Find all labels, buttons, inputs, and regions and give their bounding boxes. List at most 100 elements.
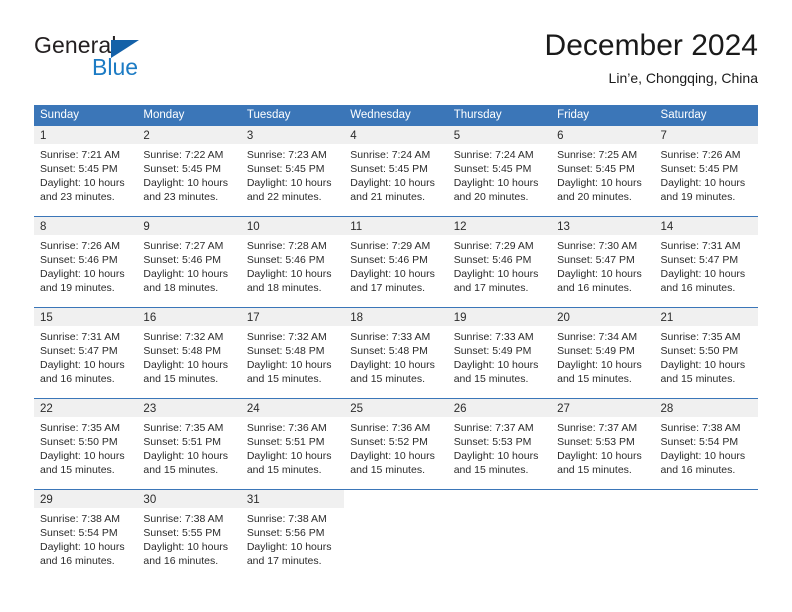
day-number: 6 <box>557 130 564 142</box>
calendar-week-row: 8 Sunrise: 7:26 AM Sunset: 5:46 PM Daylight… <box>34 216 758 300</box>
day-number: 1 <box>40 130 47 142</box>
day-cell[interactable]: 19 Sunrise: 7:33 AM Sunset: 5:49 PM Dayligh… <box>447 308 552 391</box>
day-detail-line: and 15 minutes. <box>557 464 632 476</box>
day-number-band: 10 <box>240 217 345 235</box>
day-detail-line: and 22 minutes. <box>246 191 322 203</box>
day-cell[interactable]: 17 Sunrise: 7:32 AM Sunset: 5:48 PM Dayligh… <box>240 308 345 391</box>
day-cell[interactable]: 24 Sunrise: 7:36 AM Sunset: 5:51 PM Dayligh… <box>240 399 345 482</box>
day-detail-line: Daylight: 10 hours <box>350 359 435 371</box>
day-number-band: 23 <box>137 399 241 417</box>
day-detail-line: Sunrise: 7:37 AM <box>453 422 534 434</box>
day-detail-line: Sunrise: 7:38 AM <box>143 513 224 525</box>
page-subtitle: Lin’e, Chongqing, China <box>608 70 758 86</box>
day-cell[interactable]: 28 Sunrise: 7:38 AM Sunset: 5:54 PM Dayligh… <box>654 399 758 482</box>
day-number: 16 <box>143 312 157 324</box>
day-detail-line: Sunrise: 7:27 AM <box>143 240 224 252</box>
day-cell[interactable]: 29 Sunrise: 7:38 AM Sunset: 5:54 PM Dayligh… <box>34 490 138 573</box>
day-detail-line: Daylight: 10 hours <box>557 268 642 280</box>
day-number-band: 4 <box>344 126 448 144</box>
weekday-header-row: Sunday Monday Tuesday Wednesday Thursday Frid… <box>34 105 758 126</box>
brand-logo[interactable]: General Blue <box>34 32 254 92</box>
day-detail-line: Daylight: 10 hours <box>557 450 642 462</box>
day-details: Sunrise: 7:23 AM Sunset: 5:45 PM Daylight:… <box>241 144 344 204</box>
day-detail-line: and 17 minutes. <box>350 282 425 294</box>
day-cell[interactable]: 25 Sunrise: 7:36 AM Sunset: 5:52 PM Dayligh… <box>344 399 448 482</box>
day-cell[interactable]: 23 Sunrise: 7:35 AM Sunset: 5:51 PM Dayligh… <box>137 399 241 482</box>
day-detail-line: Sunset: 5:49 PM <box>557 345 635 357</box>
day-cell[interactable]: 10 Sunrise: 7:28 AM Sunset: 5:46 PM Dayligh… <box>240 217 345 300</box>
day-detail-line: Sunset: 5:45 PM <box>660 163 739 175</box>
day-detail-line: Daylight: 10 hours <box>40 450 125 462</box>
day-detail-line: Daylight: 10 hours <box>350 450 435 462</box>
day-cell-empty <box>448 490 551 573</box>
day-details: Sunrise: 7:35 AM Sunset: 5:50 PM Daylight:… <box>34 417 137 477</box>
day-detail-line: Sunset: 5:45 PM <box>40 163 118 175</box>
day-detail-line: Daylight: 10 hours <box>246 359 332 371</box>
day-detail-line: Sunset: 5:48 PM <box>246 345 325 357</box>
day-details: Sunrise: 7:36 AM Sunset: 5:51 PM Daylight:… <box>241 417 344 477</box>
day-cell[interactable]: 21 Sunrise: 7:35 AM Sunset: 5:50 PM Dayligh… <box>654 308 758 391</box>
day-cell[interactable]: 2 Sunrise: 7:22 AM Sunset: 5:45 PM Daylight… <box>137 126 241 209</box>
day-number-band: 14 <box>654 217 758 235</box>
brand-name-blue: Blue <box>92 54 139 80</box>
day-cell[interactable]: 3 Sunrise: 7:23 AM Sunset: 5:45 PM Daylight… <box>240 126 345 209</box>
day-number-band: 27 <box>551 399 655 417</box>
day-detail-line: Sunset: 5:48 PM <box>143 345 222 357</box>
day-number-band: 16 <box>137 308 241 326</box>
day-detail-line: Sunset: 5:54 PM <box>40 527 118 539</box>
day-cell[interactable]: 5 Sunrise: 7:24 AM Sunset: 5:45 PM Daylight… <box>447 126 552 209</box>
day-detail-line: Daylight: 10 hours <box>557 359 642 371</box>
calendar-grid: Sunday Monday Tuesday Wednesday Thursday Frid… <box>34 105 758 573</box>
day-cell[interactable]: 30 Sunrise: 7:38 AM Sunset: 5:55 PM Dayligh… <box>137 490 241 573</box>
day-number-band: 24 <box>240 399 345 417</box>
day-number-band: 30 <box>137 490 241 508</box>
day-cell[interactable]: 27 Sunrise: 7:37 AM Sunset: 5:53 PM Dayligh… <box>551 399 655 482</box>
day-cell[interactable]: 1 Sunrise: 7:21 AM Sunset: 5:45 PM Daylight… <box>34 126 138 209</box>
day-detail-line: Sunrise: 7:23 AM <box>246 149 327 161</box>
day-cell[interactable]: 12 Sunrise: 7:29 AM Sunset: 5:46 PM Dayligh… <box>447 217 552 300</box>
day-cell-empty <box>344 490 447 573</box>
day-details: Sunrise: 7:29 AM Sunset: 5:46 PM Daylight:… <box>344 235 447 295</box>
day-details: Sunrise: 7:32 AM Sunset: 5:48 PM Daylight:… <box>137 326 240 386</box>
day-number: 12 <box>453 221 467 233</box>
day-detail-line: Sunrise: 7:35 AM <box>143 422 224 434</box>
day-cell[interactable]: 13 Sunrise: 7:30 AM Sunset: 5:47 PM Dayligh… <box>551 217 655 300</box>
day-cell[interactable]: 16 Sunrise: 7:32 AM Sunset: 5:48 PM Dayligh… <box>137 308 241 391</box>
day-details: Sunrise: 7:33 AM Sunset: 5:49 PM Daylight:… <box>448 326 551 386</box>
day-details: Sunrise: 7:30 AM Sunset: 5:47 PM Daylight:… <box>551 235 654 295</box>
day-cell[interactable]: 14 Sunrise: 7:31 AM Sunset: 5:47 PM Dayligh… <box>654 217 758 300</box>
day-details: Sunrise: 7:38 AM Sunset: 5:54 PM Daylight:… <box>655 417 758 477</box>
day-number: 17 <box>246 312 260 324</box>
day-detail-line: Sunset: 5:53 PM <box>453 436 532 448</box>
day-cell[interactable]: 9 Sunrise: 7:27 AM Sunset: 5:46 PM Daylight… <box>137 217 241 300</box>
day-detail-line: Daylight: 10 hours <box>143 359 229 371</box>
day-detail-line: Sunrise: 7:38 AM <box>40 513 120 525</box>
day-number-band: 29 <box>34 490 138 508</box>
day-detail-line: Daylight: 10 hours <box>143 268 229 280</box>
day-cell[interactable]: 6 Sunrise: 7:25 AM Sunset: 5:45 PM Daylight… <box>551 126 655 209</box>
day-detail-line: Sunset: 5:47 PM <box>557 254 635 266</box>
day-cell[interactable]: 4 Sunrise: 7:24 AM Sunset: 5:45 PM Daylight… <box>344 126 448 209</box>
weekday-header-wednesday: Wednesday <box>350 109 411 121</box>
day-detail-line: Daylight: 10 hours <box>557 177 642 189</box>
day-cell[interactable]: 15 Sunrise: 7:31 AM Sunset: 5:47 PM Dayligh… <box>34 308 138 391</box>
day-cell[interactable]: 7 Sunrise: 7:26 AM Sunset: 5:45 PM Daylight… <box>654 126 758 209</box>
day-number-band: 13 <box>551 217 655 235</box>
day-number: 9 <box>143 221 150 233</box>
day-number-band: 6 <box>551 126 655 144</box>
day-detail-line: Sunset: 5:46 PM <box>40 254 118 266</box>
day-cell[interactable]: 11 Sunrise: 7:29 AM Sunset: 5:46 PM Dayligh… <box>344 217 448 300</box>
day-cell[interactable]: 31 Sunrise: 7:38 AM Sunset: 5:56 PM Dayligh… <box>240 490 345 573</box>
day-number: 24 <box>246 403 260 415</box>
day-details: Sunrise: 7:37 AM Sunset: 5:53 PM Daylight:… <box>551 417 654 477</box>
day-cell[interactable]: 26 Sunrise: 7:37 AM Sunset: 5:53 PM Dayligh… <box>447 399 552 482</box>
day-detail-line: Daylight: 10 hours <box>660 177 746 189</box>
day-cell[interactable]: 18 Sunrise: 7:33 AM Sunset: 5:48 PM Dayligh… <box>344 308 448 391</box>
day-details <box>551 508 654 512</box>
day-detail-line: Daylight: 10 hours <box>143 450 229 462</box>
day-cell[interactable]: 20 Sunrise: 7:34 AM Sunset: 5:49 PM Dayligh… <box>551 308 655 391</box>
day-number: 28 <box>660 403 674 415</box>
day-cell[interactable]: 22 Sunrise: 7:35 AM Sunset: 5:50 PM Dayligh… <box>34 399 138 482</box>
day-cell[interactable]: 8 Sunrise: 7:26 AM Sunset: 5:46 PM Daylight… <box>34 217 138 300</box>
day-detail-line: Sunset: 5:45 PM <box>143 163 222 175</box>
